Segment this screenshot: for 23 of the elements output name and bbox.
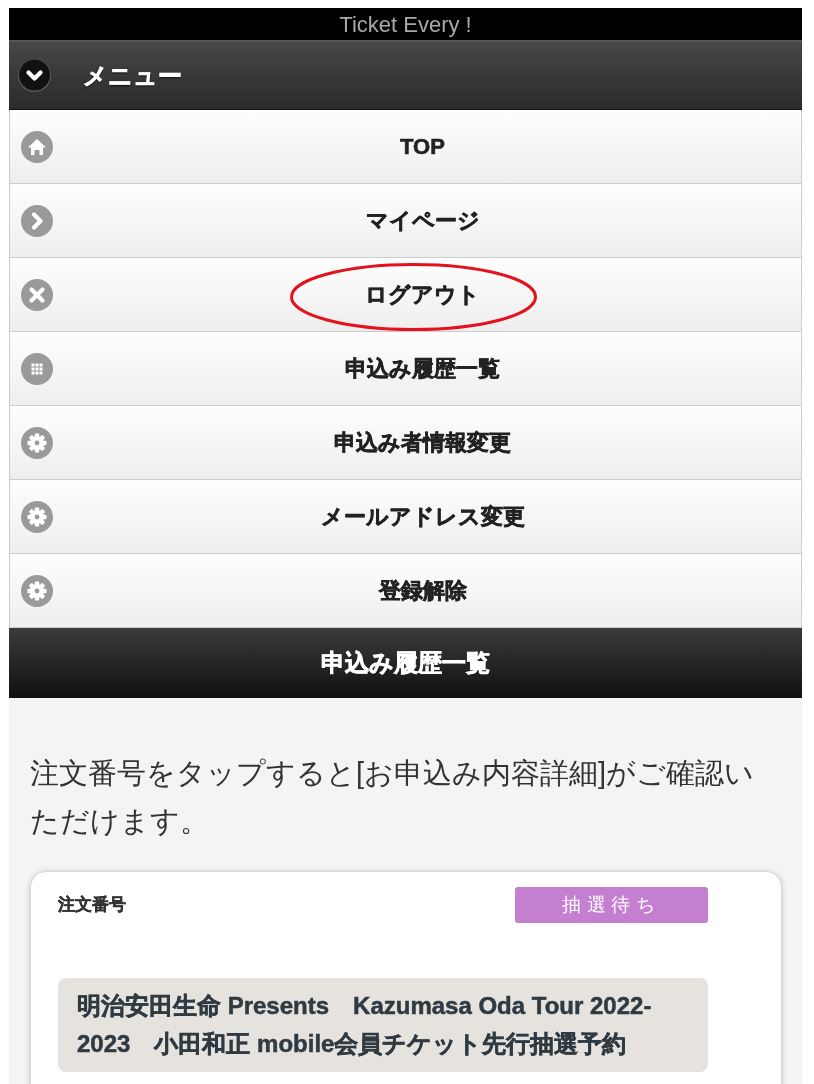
gear-icon (21, 574, 53, 607)
menu-item[interactable]: ログアウト (9, 258, 802, 332)
menu-item[interactable]: TOP (9, 110, 802, 184)
menu-item[interactable]: マイページ (9, 184, 802, 258)
grid-icon (21, 352, 53, 385)
home-icon (21, 130, 53, 163)
intro-text: 注文番号をタップすると[お申込み内容詳細]がご確認いただけます。 (30, 756, 756, 839)
status-badge: 抽選待ち (515, 887, 708, 923)
gear-icon (21, 500, 53, 533)
section-header: 申込み履歴一覧 (9, 628, 802, 698)
event-title: 明治安田生命 Presents Kazumasa Oda Tour 2022-2023 小田和正 mobile会員チケット先行抽選予約 (58, 978, 708, 1072)
menu-item[interactable]: 申込み者情報変更 (9, 406, 802, 480)
chevron-right-icon (21, 204, 53, 237)
close-icon (21, 278, 53, 311)
order-card[interactable]: 注文番号 抽選待ち 明治安田生命 Presents Kazumasa Oda Tour 2022-2023 小田和正 mobile会員チケット先行抽選予約 (30, 871, 782, 1084)
menu-header[interactable]: メニュー (9, 42, 802, 110)
menu-title: メニュー (83, 60, 182, 91)
order-number-label: 注文番号 (58, 894, 126, 917)
menu-item[interactable]: 登録解除 (9, 554, 802, 628)
menu-item[interactable]: メールアドレス変更 (9, 480, 802, 554)
app-title: Ticket Every ! (9, 8, 802, 42)
menu-item[interactable]: 申込み履歴一覧 (9, 332, 802, 406)
gear-icon (21, 426, 53, 459)
